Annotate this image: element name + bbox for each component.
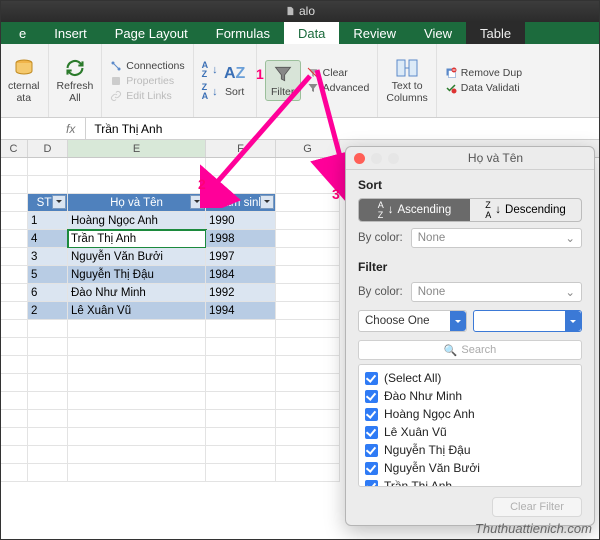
list-item[interactable]: Lê Xuân Vũ xyxy=(365,423,575,441)
popover-title: Họ và Tên xyxy=(405,151,586,165)
descending-button[interactable]: ZA↓ Descending xyxy=(470,199,581,221)
chevron-down-icon[interactable] xyxy=(565,311,581,331)
list-item[interactable]: Trần Thị Anh xyxy=(365,477,575,487)
selected-cell[interactable]: Trần Thị Anh xyxy=(68,230,206,248)
chevron-down-icon[interactable] xyxy=(450,311,466,331)
filter-heading: Filter xyxy=(346,252,594,278)
ribbon: cternal ata Refresh All Connections Prop… xyxy=(0,44,600,118)
traffic-lights[interactable] xyxy=(354,153,399,164)
filter-button[interactable]: Filter xyxy=(265,60,301,102)
group-external[interactable]: cternal ata xyxy=(0,44,49,117)
dropdown-icon[interactable] xyxy=(190,195,204,209)
col-F[interactable]: F xyxy=(206,140,276,157)
checkbox-icon xyxy=(365,462,378,475)
annotation-num-3: 3 xyxy=(332,186,340,202)
filter-search-input[interactable]: 🔍 Search xyxy=(358,340,582,360)
header-year[interactable]: Năm sinh xyxy=(206,194,276,212)
filter-by-color-label: By color: xyxy=(358,286,403,298)
dropdown-icon[interactable] xyxy=(260,195,274,209)
list-item[interactable]: Đào Như Minh xyxy=(365,387,575,405)
col-D[interactable]: D xyxy=(28,140,68,157)
ribbon-tabs: e Insert Page Layout Formulas Data Revie… xyxy=(0,22,600,44)
window-titlebar: alo xyxy=(0,0,600,22)
data-validation-button[interactable]: Data Validati xyxy=(445,82,522,94)
watermark: Thuthuattienich.com xyxy=(475,521,592,536)
refresh-label: Refresh All xyxy=(57,81,94,104)
external-data-icon xyxy=(11,57,37,79)
group-text-to-columns[interactable]: Text to Columns xyxy=(378,44,436,117)
sort-button[interactable]: AZ Sort xyxy=(222,61,248,101)
connections-button[interactable]: Connections xyxy=(110,60,184,72)
group-sort: AZ↓ ZA↓ AZ Sort xyxy=(194,44,257,117)
col-C[interactable]: C xyxy=(0,140,28,157)
group-refresh: Refresh All xyxy=(49,44,103,117)
sort-za-button[interactable]: ZA↓ xyxy=(202,83,218,101)
remove-duplicates-button[interactable]: Remove Dup xyxy=(445,67,522,79)
sort-color-select[interactable]: None⌄ xyxy=(411,228,582,248)
tab-data[interactable]: Data xyxy=(284,22,339,44)
list-item[interactable]: Nguyễn Văn Bưởi xyxy=(365,459,575,477)
text-to-columns-icon xyxy=(394,57,420,79)
sort-segment[interactable]: AZ↓ Ascending ZA↓ Descending xyxy=(358,198,582,222)
checkbox-icon xyxy=(365,372,378,385)
checkbox-icon xyxy=(365,390,378,403)
filter-value-input[interactable] xyxy=(473,310,582,332)
formula-value[interactable]: Trần Thị Anh xyxy=(86,122,162,136)
header-name[interactable]: Họ và Tên xyxy=(68,194,206,212)
sort-icon: AZ xyxy=(222,63,248,85)
file-icon xyxy=(285,5,295,17)
advanced-filter-button[interactable]: Advanced xyxy=(307,82,370,94)
external-data-label: cternal ata xyxy=(8,81,40,104)
list-item[interactable]: (Select All) xyxy=(365,369,575,387)
col-E[interactable]: E xyxy=(68,140,206,157)
refresh-icon xyxy=(62,57,88,79)
ascending-button[interactable]: AZ↓ Ascending xyxy=(359,199,470,221)
tab-review[interactable]: Review xyxy=(339,22,410,44)
sort-by-color-label: By color: xyxy=(358,232,403,244)
formula-bar: fx Trần Thị Anh xyxy=(0,118,600,140)
sort-az-button[interactable]: AZ↓ xyxy=(202,61,218,79)
tab-home-partial[interactable]: e xyxy=(5,22,40,44)
tab-formulas[interactable]: Formulas xyxy=(202,22,284,44)
tab-insert[interactable]: Insert xyxy=(40,22,101,44)
tab-table[interactable]: Table xyxy=(466,22,525,44)
properties-button[interactable]: Properties xyxy=(110,75,184,87)
sort-heading: Sort xyxy=(346,170,594,196)
filter-color-select[interactable]: None⌄ xyxy=(411,282,582,302)
clear-filter-button[interactable]: Clear xyxy=(307,67,370,79)
group-connections: Connections Properties Edit Links xyxy=(102,44,193,117)
refresh-all-button[interactable]: Refresh All xyxy=(57,46,94,115)
group-filter: Filter Clear Advanced xyxy=(257,44,379,117)
dropdown-icon[interactable] xyxy=(52,195,66,209)
fx-label[interactable]: fx xyxy=(56,118,86,139)
filter-popover: Họ và Tên Sort AZ↓ Ascending ZA↓ Descend… xyxy=(345,146,595,526)
filter-values-list: (Select All) Đào Như Minh Hoàng Ngọc Anh… xyxy=(358,364,582,487)
tab-page-layout[interactable]: Page Layout xyxy=(101,22,202,44)
window-title: alo xyxy=(299,4,315,18)
tab-view[interactable]: View xyxy=(410,22,466,44)
col-G[interactable]: G xyxy=(276,140,340,157)
annotation-num-2: 2 xyxy=(198,176,206,192)
annotation-num-1: 1 xyxy=(256,66,264,82)
checkbox-icon xyxy=(365,426,378,439)
checkbox-icon xyxy=(365,444,378,457)
clear-filter-button: Clear Filter xyxy=(492,497,582,517)
filter-condition-select[interactable]: Choose One xyxy=(358,310,467,332)
checkbox-icon xyxy=(365,408,378,421)
edit-links-button[interactable]: Edit Links xyxy=(110,90,184,102)
close-icon xyxy=(354,153,365,164)
header-stt[interactable]: STT xyxy=(28,194,68,212)
funnel-icon xyxy=(270,63,296,85)
list-item[interactable]: Nguyễn Thị Đậu xyxy=(365,441,575,459)
group-data-tools: Remove Dup Data Validati xyxy=(437,44,530,117)
checkbox-icon xyxy=(365,480,378,488)
list-item[interactable]: Hoàng Ngọc Anh xyxy=(365,405,575,423)
